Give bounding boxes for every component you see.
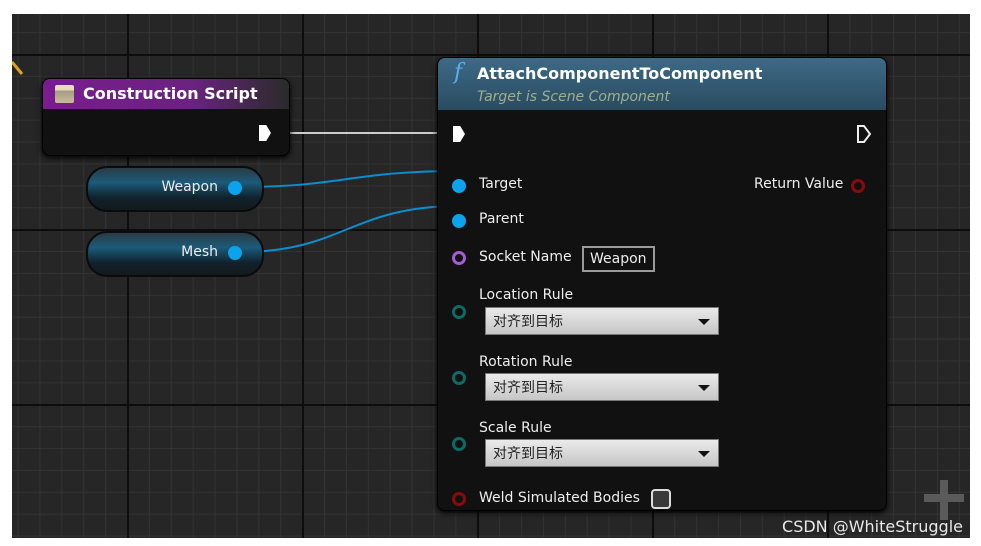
variable-label: Weapon [161, 179, 218, 195]
construction-script-title: Construction Script [83, 84, 258, 103]
parent-label: Parent [479, 211, 524, 227]
dropdown-arrow-icon [698, 385, 710, 391]
offscreen-wire [12, 61, 24, 75]
exec-out-pin-icon[interactable] [856, 125, 872, 143]
socket-name-pin-icon[interactable] [452, 251, 466, 265]
dropdown-value: 对齐到目标 [493, 380, 563, 396]
dropdown-arrow-icon [698, 319, 710, 325]
rotation-rule-pin-icon[interactable] [452, 371, 466, 385]
rotation-rule-dropdown[interactable]: 对齐到目标 [485, 373, 719, 401]
socket-name-label: Socket Name [479, 249, 572, 265]
scale-rule-label: Scale Rule [479, 420, 552, 436]
construction-script-icon [55, 85, 74, 103]
scale-rule-dropdown[interactable]: 对齐到目标 [485, 439, 719, 467]
blueprint-graph-canvas[interactable]: Construction Script Weapon Mesh f Attach… [12, 14, 970, 538]
return-value-label: Return Value [754, 176, 844, 192]
target-pin-icon[interactable] [452, 179, 466, 193]
dropdown-arrow-icon [698, 451, 710, 457]
function-icon: f [454, 60, 463, 85]
construction-script-header: Construction Script [43, 79, 289, 109]
object-pin-icon[interactable] [228, 246, 242, 260]
weapon-to-target-wire [240, 170, 460, 188]
attach-component-node[interactable]: f AttachComponentToComponent Target is S… [437, 57, 887, 511]
weld-simulated-bodies-checkbox[interactable] [651, 489, 671, 509]
function-title: AttachComponentToComponent [477, 64, 763, 83]
location-rule-pin-icon[interactable] [452, 305, 466, 319]
watermark: CSDN @WhiteStruggle [782, 517, 963, 536]
rotation-rule-label: Rotation Rule [479, 354, 573, 370]
target-label: Target [479, 176, 523, 192]
location-rule-label: Location Rule [479, 287, 574, 303]
mesh-variable-node[interactable]: Mesh [86, 231, 264, 277]
function-header: f AttachComponentToComponent Target is S… [438, 58, 886, 110]
parent-pin-icon[interactable] [452, 214, 466, 228]
return-value-pin-icon[interactable] [851, 179, 865, 193]
socket-name-input[interactable]: Weapon [582, 246, 655, 272]
function-subtitle: Target is Scene Component [477, 89, 670, 105]
dropdown-value: 对齐到目标 [493, 314, 563, 330]
mesh-to-parent-wire [240, 205, 460, 253]
variable-label: Mesh [181, 244, 218, 260]
object-pin-icon[interactable] [228, 181, 242, 195]
scale-rule-pin-icon[interactable] [452, 437, 466, 451]
exec-in-pin-icon[interactable] [453, 126, 465, 142]
weld-pin-icon[interactable] [452, 492, 466, 506]
construction-script-node[interactable]: Construction Script [42, 78, 290, 156]
weapon-variable-node[interactable]: Weapon [86, 166, 264, 212]
exec-out-pin-icon[interactable] [259, 125, 271, 141]
location-rule-dropdown[interactable]: 对齐到目标 [485, 307, 719, 335]
dropdown-value: 对齐到目标 [493, 446, 563, 462]
weld-simulated-bodies-label: Weld Simulated Bodies [479, 490, 640, 506]
add-icon-vertical [940, 480, 948, 520]
